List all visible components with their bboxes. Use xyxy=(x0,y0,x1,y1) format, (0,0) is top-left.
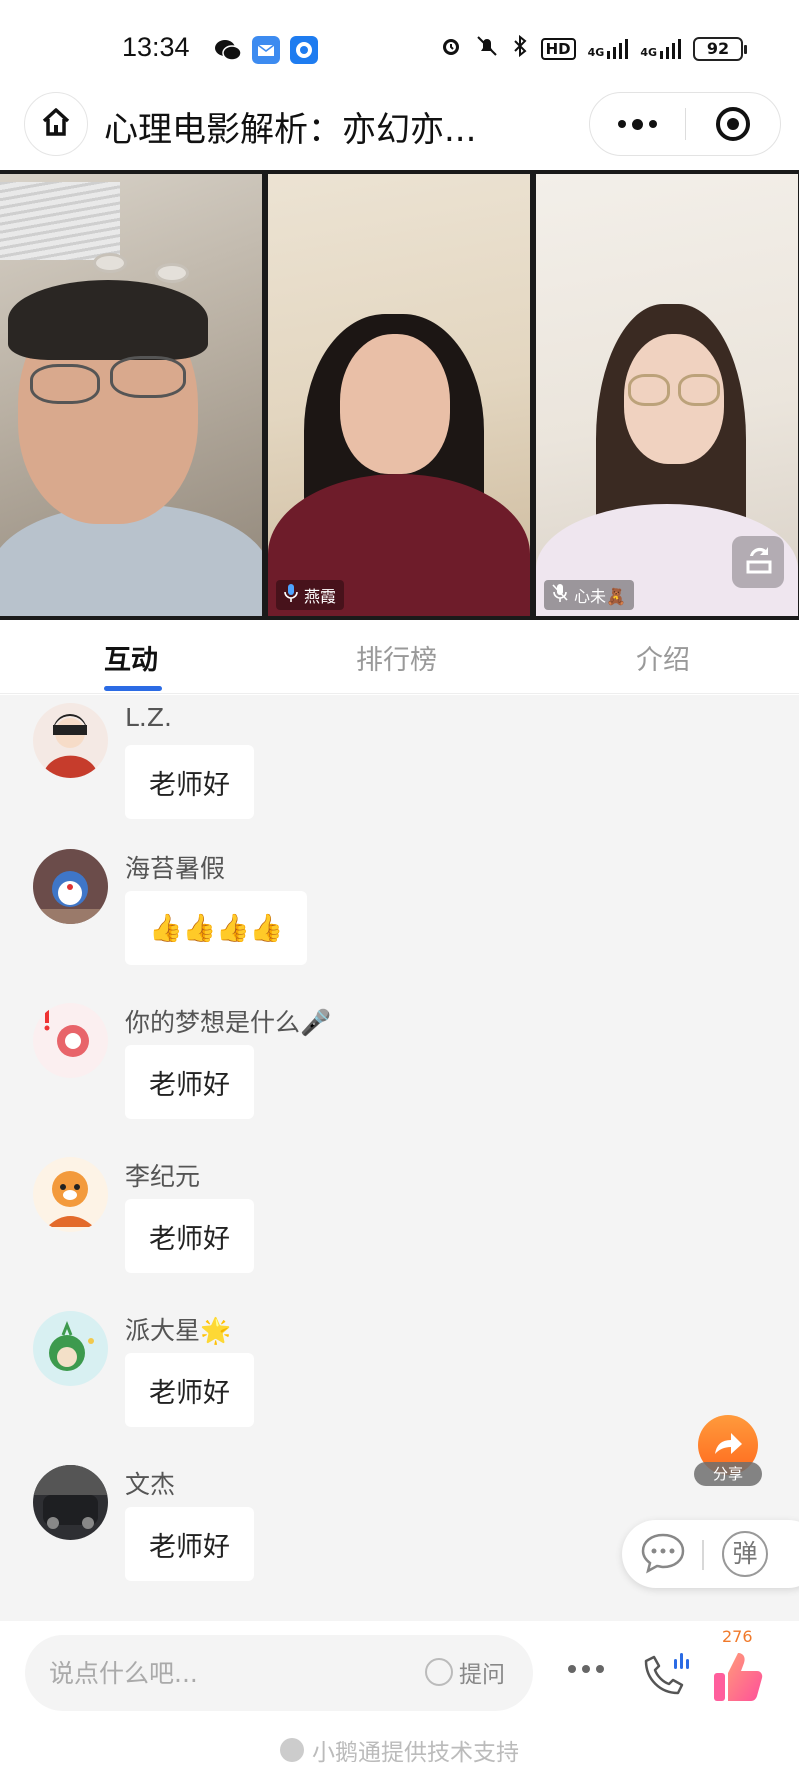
video-grid: 燕霞 心未🧸 xyxy=(0,170,799,620)
ceiling-vent xyxy=(0,182,120,260)
xiaoe-logo-icon xyxy=(280,1738,304,1762)
page-title: 心理电影解析：亦幻亦... xyxy=(104,110,477,150)
chat-bubble-icon xyxy=(640,1533,686,1578)
home-icon xyxy=(39,105,73,143)
avatar[interactable] xyxy=(33,1003,108,1078)
mic-on-icon xyxy=(284,584,298,606)
nav-bar: 心理电影解析：亦幻亦... xyxy=(0,92,799,172)
bluetooth-icon xyxy=(511,34,529,64)
voice-call-button[interactable] xyxy=(636,1647,692,1703)
chat-tools-pill: 弹 xyxy=(622,1520,799,1588)
ceiling-light xyxy=(96,256,124,270)
video-tile-3[interactable]: 心未🧸 xyxy=(536,174,798,616)
message-bubble: 老师好 xyxy=(125,1507,254,1581)
tab-ranking[interactable]: 排行榜 xyxy=(356,638,437,677)
like-count: 276 xyxy=(722,1627,753,1646)
message-bubble: 老师好 xyxy=(125,1199,254,1273)
mini-program-capsule xyxy=(589,92,781,156)
more-actions-button[interactable] xyxy=(568,1665,604,1673)
video-tile-2[interactable]: 燕霞 xyxy=(268,174,530,616)
status-bar: 13:34 HD 4G 4G 92 xyxy=(0,0,799,92)
mail-icon xyxy=(252,36,280,64)
mute-icon xyxy=(475,34,499,64)
more-button[interactable] xyxy=(590,92,685,156)
signal-icon: 4G xyxy=(640,39,681,59)
mic-muted-icon xyxy=(552,584,568,606)
alarm-icon xyxy=(439,34,463,64)
person-head xyxy=(340,334,450,474)
pill-divider xyxy=(702,1540,704,1570)
close-button[interactable] xyxy=(686,92,780,156)
phone-icon xyxy=(636,1653,692,1707)
message-bubble: 老师好 xyxy=(125,745,254,819)
radio-icon xyxy=(425,1658,453,1686)
ask-question-toggle[interactable]: 提问 xyxy=(425,1655,505,1689)
sender-name: 文杰 xyxy=(125,1470,176,1499)
more-dots-icon xyxy=(618,120,626,128)
ceiling-light xyxy=(158,266,186,280)
chat-list[interactable]: L.Z. 老师好 海苔暑假 👍👍👍👍 你的梦想是什么🎤 老师好 李纪元 老师好 … xyxy=(0,695,799,1621)
status-time: 13:34 xyxy=(122,32,190,62)
hd-icon: HD xyxy=(540,38,576,60)
bottom-bar: 提问 276 小鹅通提供技术支持 xyxy=(0,1621,799,1776)
signal-icon: 4G xyxy=(588,39,629,59)
video-tile-1[interactable] xyxy=(0,174,262,616)
sender-name: 李纪元 xyxy=(125,1162,201,1191)
danmu-toggle[interactable]: 弹 xyxy=(722,1531,768,1577)
avatar[interactable] xyxy=(33,1465,108,1540)
message-bubble: 老师好 xyxy=(125,1353,254,1427)
message-bubble: 老师好 xyxy=(125,1045,254,1119)
target-close-icon xyxy=(715,107,750,141)
qq-icon xyxy=(290,36,318,64)
like-button[interactable] xyxy=(712,1649,766,1705)
avatar[interactable] xyxy=(33,703,108,778)
sender-name: 你的梦想是什么🎤 xyxy=(125,1008,332,1037)
glasses xyxy=(678,374,720,406)
status-right: HD 4G 4G 92 xyxy=(439,34,747,64)
tab-intro[interactable]: 介绍 xyxy=(636,638,690,677)
participant-label: 心未🧸 xyxy=(544,580,634,610)
avatar[interactable] xyxy=(33,1311,108,1386)
glasses xyxy=(628,374,670,406)
wechat-icon xyxy=(214,36,242,64)
thumbs-up-icon xyxy=(712,1653,766,1709)
rotate-screen-icon xyxy=(740,542,776,582)
person-hair xyxy=(8,280,208,360)
battery-indicator: 92 xyxy=(693,37,747,61)
avatar[interactable] xyxy=(33,1157,108,1232)
tab-bar: 互动 排行榜 介绍 xyxy=(0,620,799,694)
sender-name: 海苔暑假 xyxy=(125,854,226,883)
tab-interaction[interactable]: 互动 xyxy=(104,638,158,677)
participant-label: 燕霞 xyxy=(276,580,345,610)
chat-bubble-button[interactable] xyxy=(640,1532,686,1574)
message-bubble: 👍👍👍👍 xyxy=(125,891,308,965)
sender-name: 派大星🌟 xyxy=(125,1316,232,1345)
comment-input[interactable] xyxy=(49,1635,389,1711)
powered-by: 小鹅通提供技术支持 xyxy=(0,1733,799,1767)
share-arrow-icon xyxy=(711,1428,745,1462)
home-button[interactable] xyxy=(24,92,88,156)
ask-label: 提问 xyxy=(459,1662,505,1688)
tab-active-indicator xyxy=(104,686,162,691)
avatar[interactable] xyxy=(33,849,108,924)
sender-name: L.Z. xyxy=(125,703,172,732)
share-label[interactable]: 分享 xyxy=(694,1462,762,1486)
rotate-screen-button[interactable] xyxy=(732,536,784,588)
glasses xyxy=(110,356,186,398)
glasses xyxy=(30,364,100,404)
more-dots-icon xyxy=(568,1665,576,1673)
comment-input-box: 提问 xyxy=(25,1635,533,1711)
